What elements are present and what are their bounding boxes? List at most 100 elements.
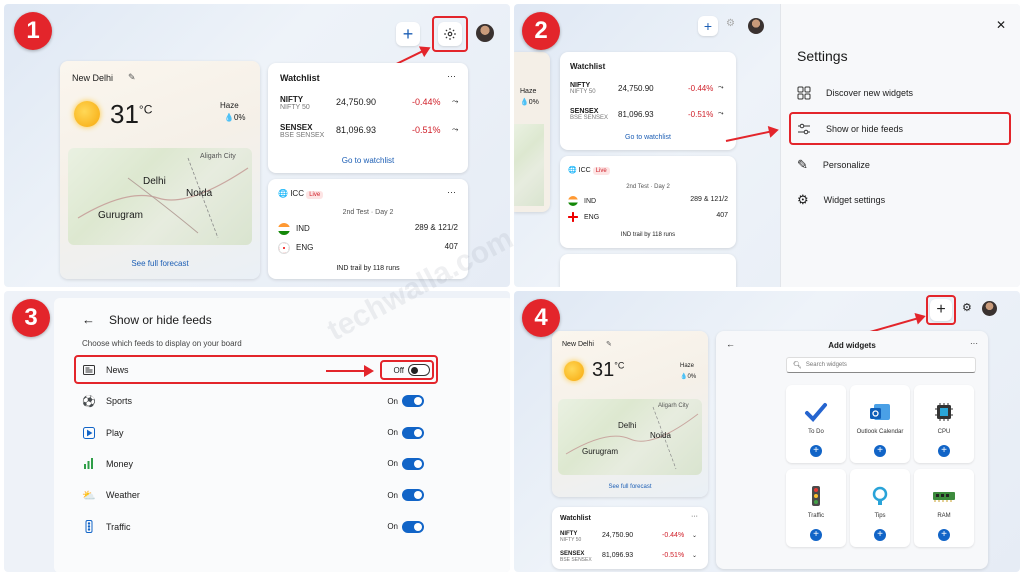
watchlist-row[interactable]: NIFTY NIFTY 50 24,750.90 -0.44% ⤳: [570, 82, 726, 95]
go-to-watchlist-link[interactable]: Go to watchlist: [268, 156, 468, 165]
step3-panel: 3 ← Show or hide feeds Choose which feed…: [4, 291, 510, 572]
feed-toggle[interactable]: [402, 489, 424, 502]
gear-icon: ⚙: [797, 192, 809, 207]
discover-widgets-item[interactable]: Discover new widgets: [797, 86, 913, 100]
weather-widget[interactable]: New Delhi ✎ 31°C Haze 💧0% Delhi Noida Gu…: [60, 61, 260, 279]
avatar[interactable]: [982, 301, 997, 316]
watchlist-widget[interactable]: Watchlist ··· NIFTY NIFTY 50 24,750.90 -0…: [552, 507, 708, 569]
pencil-icon: ✎: [797, 157, 808, 172]
step-number-4: 4: [522, 299, 560, 337]
team-row: IND 289 & 121/2: [278, 223, 458, 235]
widget-tile-ram[interactable]: RAM +: [914, 469, 974, 547]
feed-row-news: News Off: [82, 360, 430, 380]
widget-settings-item[interactable]: ⚙ Widget settings: [797, 192, 885, 208]
weather-widget[interactable]: New Delhi ✎ 31°C Haze 💧0% Delhi Noida Gu…: [552, 331, 708, 497]
watchlist-row[interactable]: SENSEX BSE SENSEX 81,096.93 -0.51% ⌄: [560, 551, 700, 563]
see-forecast-link[interactable]: See full forecast: [552, 484, 708, 490]
feed-state: On: [387, 490, 398, 500]
feed-row-play: Play On: [82, 423, 430, 443]
watchlist-title: Watchlist: [280, 73, 320, 83]
feed-toggle[interactable]: [402, 395, 424, 408]
feed-toggle[interactable]: [402, 426, 424, 439]
feed-state: On: [387, 396, 398, 406]
map-label-delhi: Delhi: [143, 176, 166, 187]
page-title: Show or hide feeds: [109, 313, 212, 327]
go-to-watchlist-link[interactable]: Go to watchlist: [560, 134, 736, 141]
watchlist-widget[interactable]: Watchlist NIFTY NIFTY 50 24,750.90 -0.44%…: [560, 52, 736, 150]
money-icon: [82, 458, 96, 470]
globe-icon: 🌐: [568, 167, 577, 174]
feeds-page: ← Show or hide feeds Choose which feeds …: [54, 298, 510, 572]
add-icon: +: [810, 529, 822, 541]
feed-row-money: Money On: [82, 454, 430, 474]
edit-icon[interactable]: ✎: [606, 340, 612, 348]
map-label-noida: Noida: [186, 188, 213, 199]
widget-tile-outlook-calendar[interactable]: Outlook Calendar +: [850, 385, 910, 463]
cricket-header: 🌐 ICC Live: [278, 189, 324, 199]
more-icon[interactable]: ···: [447, 187, 456, 197]
india-flag-icon: [278, 223, 290, 235]
cricket-widget[interactable]: 🌐 ICC Live ··· 2nd Test · Day 2 IND 289 &…: [268, 179, 468, 279]
watchlist-row[interactable]: SENSEX BSE SENSEX 81,096.93 -0.51% ⤳: [280, 123, 458, 139]
feed-label: Sports: [106, 396, 133, 407]
add-icon: +: [874, 445, 886, 457]
add-widget-button[interactable]: +: [396, 22, 420, 46]
step-number-2: 2: [522, 12, 560, 50]
search-icon: 🔍︎: [793, 362, 802, 369]
weather-map[interactable]: Delhi Noida Gurugram Aligarh City: [68, 148, 252, 245]
widget-tile-cpu[interactable]: CPU +: [914, 385, 974, 463]
trend-icon: ⤳: [718, 84, 724, 91]
add-widgets-dialog: ← Add widgets ··· 🔍︎ Search widgets To D…: [716, 331, 988, 569]
gear-icon[interactable]: ⚙: [726, 18, 735, 29]
edit-icon[interactable]: ✎: [128, 72, 136, 83]
map-label-gurugram: Gurugram: [98, 210, 144, 221]
feed-toggle[interactable]: [408, 364, 430, 376]
team-row: ENG 407: [568, 212, 728, 222]
see-forecast-link[interactable]: See full forecast: [60, 259, 260, 268]
step2-panel: 2 + ⚙ Haze 💧0% Watchlist NIFTY NIFTY 50 2…: [514, 4, 1020, 287]
settings-title: Settings: [797, 48, 848, 64]
cricket-widget[interactable]: 🌐 ICC Live 2nd Test · Day 2 IND 289 & 121…: [560, 156, 736, 248]
gear-icon[interactable]: ⚙: [962, 301, 972, 314]
england-flag-icon: [568, 212, 578, 222]
watchlist-row[interactable]: SENSEX BSE SENSEX 81,096.93 -0.51% ⤳: [570, 108, 726, 121]
search-input[interactable]: 🔍︎ Search widgets: [786, 357, 976, 373]
avatar[interactable]: [476, 24, 494, 42]
more-icon[interactable]: ···: [970, 339, 978, 348]
widget-tile-tips[interactable]: Tips +: [850, 469, 910, 547]
watchlist-row[interactable]: NIFTY NIFTY 50 24,750.90 -0.44% ⌄: [560, 531, 700, 543]
widget-tile-todo[interactable]: To Do +: [786, 385, 846, 463]
plus-icon: +: [703, 18, 713, 34]
watchlist-widget[interactable]: Watchlist ··· NIFTY NIFTY 50 24,750.90 -0…: [268, 63, 468, 173]
personalize-item[interactable]: ✎ Personalize: [797, 157, 870, 173]
step1-panel: 1 + New Delhi ✎ 31°C Haze 💧0% Delhi Noid…: [4, 4, 510, 287]
weather-map[interactable]: Delhi Noida Gurugram Aligarh City: [558, 399, 702, 475]
avatar[interactable]: [748, 18, 764, 34]
weather-map: [514, 124, 544, 206]
sports-icon: ⚽: [82, 395, 96, 408]
match-info: 2nd Test · Day 2: [342, 209, 394, 216]
more-icon[interactable]: ···: [691, 513, 698, 520]
weather-icon: ⛅: [82, 489, 96, 502]
close-icon[interactable]: ✕: [996, 18, 1006, 32]
live-badge: Live: [592, 167, 610, 175]
weather-city: New Delhi: [72, 73, 114, 83]
india-flag-icon: [568, 196, 578, 206]
weather-widget-partial[interactable]: Haze 💧0%: [514, 52, 550, 212]
step-number-3: 3: [12, 299, 50, 337]
add-icon: +: [938, 529, 950, 541]
feed-toggle[interactable]: [402, 457, 424, 470]
weather-precip: 💧0%: [224, 113, 246, 122]
map-roads: [77, 157, 249, 239]
feed-toggle[interactable]: [402, 520, 424, 533]
play-icon: [82, 426, 96, 439]
feed-state: On: [387, 459, 398, 469]
feed-label: Play: [106, 427, 124, 438]
add-widget-button[interactable]: +: [698, 16, 718, 36]
widget-tile-traffic[interactable]: Traffic +: [786, 469, 846, 547]
settings-highlight: [432, 16, 468, 52]
more-icon[interactable]: ···: [447, 71, 456, 81]
settings-pane: ✕ Settings Discover new widgets Show or …: [780, 4, 1020, 287]
watchlist-row[interactable]: NIFTY NIFTY 50 24,750.90 -0.44% ⤳: [280, 95, 458, 111]
back-arrow-icon[interactable]: ←: [82, 312, 95, 327]
